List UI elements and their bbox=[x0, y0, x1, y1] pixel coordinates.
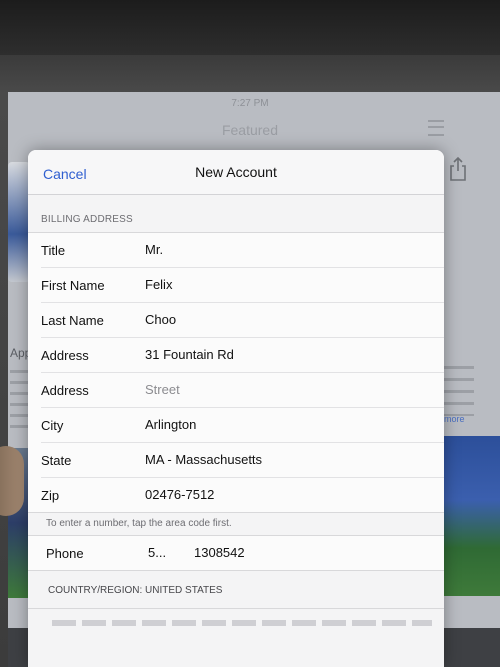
state-label: State bbox=[41, 453, 72, 468]
background-more-link: more bbox=[444, 414, 465, 424]
background-app-artwork bbox=[8, 162, 30, 282]
modal-title: New Account bbox=[195, 164, 277, 180]
phone-label: Phone bbox=[46, 546, 84, 561]
faint-background-text bbox=[52, 620, 432, 626]
last-name-label: Last Name bbox=[41, 313, 104, 328]
phone-row[interactable]: Phone 5... 1308542 bbox=[28, 535, 444, 571]
first-name-row[interactable]: First Name bbox=[41, 268, 444, 303]
zip-field[interactable] bbox=[145, 487, 405, 502]
zip-row[interactable]: Zip bbox=[41, 478, 444, 512]
country-region-label: COUNTRY/REGION: UNITED STATES bbox=[48, 585, 223, 596]
area-code-field[interactable]: 5... bbox=[148, 545, 166, 560]
state-field[interactable]: MA - Massachusetts bbox=[145, 452, 405, 467]
title-row[interactable]: Title Mr. bbox=[41, 233, 444, 268]
finger-overlay bbox=[0, 446, 24, 516]
address-line1-label: Address bbox=[41, 348, 89, 363]
first-name-field[interactable] bbox=[145, 277, 405, 292]
city-row[interactable]: City bbox=[41, 408, 444, 443]
status-bar-time: 7:27 PM bbox=[231, 98, 269, 109]
first-name-label: First Name bbox=[41, 278, 105, 293]
address-line2-field[interactable] bbox=[145, 382, 405, 397]
city-label: City bbox=[41, 418, 64, 433]
new-account-sheet: Cancel New Account BILLING ADDRESS Title… bbox=[28, 150, 444, 667]
divider bbox=[28, 608, 444, 609]
device-bezel bbox=[0, 0, 500, 55]
billing-address-form: Title Mr. First Name Last Name Address A… bbox=[28, 232, 444, 513]
background-description-lines-right bbox=[444, 366, 474, 416]
title-label: Title bbox=[41, 243, 66, 258]
last-name-field[interactable] bbox=[145, 312, 405, 327]
list-icon bbox=[428, 120, 444, 136]
phone-hint: To enter a number, tap the area code fir… bbox=[46, 518, 232, 529]
address-line2-row[interactable]: Address bbox=[41, 373, 444, 408]
zip-label: Zip bbox=[41, 488, 60, 503]
title-field[interactable]: Mr. bbox=[145, 242, 405, 257]
phone-number-field[interactable]: 1308542 bbox=[194, 545, 245, 560]
background-banner-right bbox=[444, 436, 500, 596]
background-description-lines bbox=[10, 370, 30, 430]
city-field[interactable] bbox=[145, 417, 405, 432]
address-line2-label: Address bbox=[41, 383, 89, 398]
background-nav-title: Featured bbox=[221, 122, 279, 138]
state-row[interactable]: State MA - Massachusetts bbox=[41, 443, 444, 478]
billing-address-header: BILLING ADDRESS bbox=[41, 214, 133, 225]
share-icon bbox=[448, 156, 468, 182]
address-line1-field[interactable] bbox=[145, 347, 405, 362]
last-name-row[interactable]: Last Name bbox=[41, 303, 444, 338]
address-line1-row[interactable]: Address bbox=[41, 338, 444, 373]
modal-navigation-bar: Cancel New Account bbox=[28, 150, 444, 195]
